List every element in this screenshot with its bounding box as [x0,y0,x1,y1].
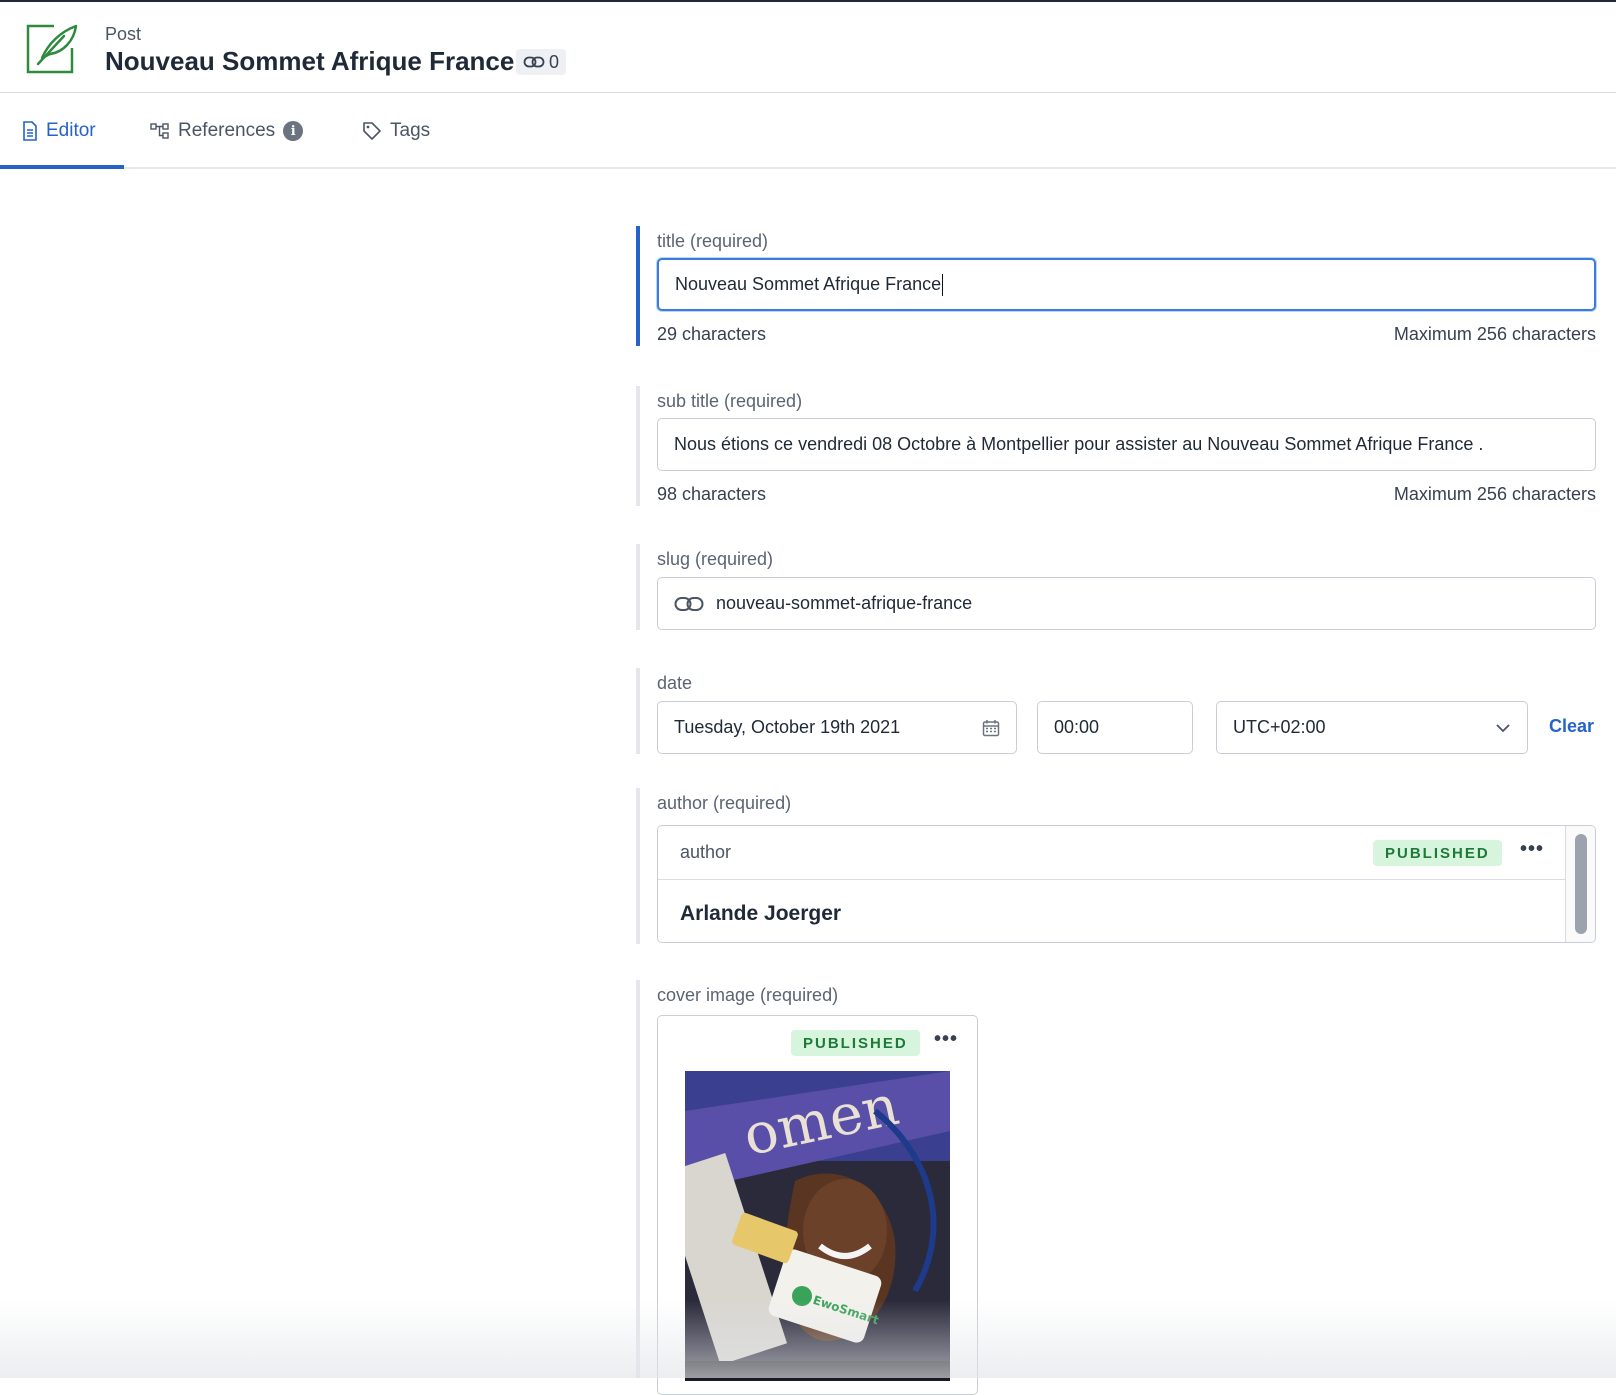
document-header: Post Nouveau Sommet Afrique France 0 [0,2,1616,93]
link-icon [674,596,704,611]
slug-label: slug (required) [657,549,774,569]
subtitle-field: sub title (required) Nous étions ce vend… [636,386,1596,506]
title-input-value: Nouveau Sommet Afrique France [675,274,942,294]
date-input-value: Tuesday, October 19th 2021 [674,717,901,737]
subtitle-char-max: Maximum 256 characters [1393,484,1596,504]
tab-bar: Editor References i Tags [0,93,1616,169]
scrollbar-thumb[interactable] [1575,834,1587,934]
date-label: date [657,673,693,693]
author-doc-type: author [680,842,732,862]
tab-tags-label: Tags [390,120,431,141]
title-char-max: Maximum 256 characters [1393,324,1596,344]
subtitle-label: sub title (required) [657,391,803,411]
status-badge: PUBLISHED [791,1030,920,1056]
status-badge: PUBLISHED [1373,840,1502,866]
cover-image-picture: omen EwoSmart [685,1071,950,1381]
link-icon [523,56,545,68]
time-input[interactable]: 00:00 [1037,701,1193,754]
subtitle-input[interactable]: Nous étions ce vendredi 08 Octobre à Mon… [657,418,1596,471]
document-title: Nouveau Sommet Afrique France [105,46,515,76]
tab-references-label: References [178,120,276,141]
author-field: author (required) author PUBLISHED ••• A… [636,788,1596,944]
date-input[interactable]: Tuesday, October 19th 2021 [657,701,1017,754]
references-badge[interactable]: 0 [516,49,567,75]
references-count: 0 [549,51,560,72]
field-bar [636,544,640,630]
tag-icon [363,122,381,140]
info-icon[interactable]: i [283,121,304,141]
document-type: Post [105,24,142,44]
text-caret [942,273,944,296]
cover-image-card[interactable]: PUBLISHED ••• omen EwoSmart [657,1015,978,1395]
author-card-header: author PUBLISHED ••• [658,826,1568,880]
subtitle-meta: 98 characters Maximum 256 characters [657,484,1596,505]
field-focus-bar [636,226,640,346]
title-input[interactable]: Nouveau Sommet Afrique France [657,258,1596,311]
cover-image-thumbnail[interactable]: omen EwoSmart [685,1071,950,1381]
tab-tags[interactable]: Tags [362,93,430,169]
date-field: date Tuesday, October 19th 2021 00:00 UT… [636,668,1596,754]
author-label: author (required) [657,793,792,813]
title-meta: 29 characters Maximum 256 characters [657,324,1596,345]
field-bar [636,788,640,944]
time-input-value: 00:00 [1054,717,1100,737]
author-reference-card[interactable]: author PUBLISHED ••• Arlande Joerger [657,825,1596,943]
document-icon [23,121,37,141]
slug-input-value: nouveau-sommet-afrique-france [716,593,973,613]
slug-input[interactable]: nouveau-sommet-afrique-france [657,577,1596,630]
active-tab-indicator [0,165,124,169]
timezone-select[interactable]: UTC+02:00 [1216,701,1528,754]
scrollbar[interactable] [1565,826,1595,942]
post-feather-icon [26,24,78,74]
clear-date-button[interactable]: Clear [1549,716,1594,737]
timezone-select-value: UTC+02:00 [1233,717,1326,737]
tab-references[interactable]: References i [150,93,304,169]
tree-icon [150,123,169,139]
more-menu-icon[interactable]: ••• [1520,838,1544,861]
slug-field: slug (required) nouveau-sommet-afrique-f… [636,544,1596,630]
field-bar [636,668,640,754]
subtitle-input-value: Nous étions ce vendredi 08 Octobre à Mon… [674,434,1484,454]
title-char-count: 29 characters [657,324,767,344]
subtitle-char-count: 98 characters [657,484,767,504]
title-label: title (required) [657,231,769,251]
title-field: title (required) Nouveau Sommet Afrique … [636,226,1596,346]
tab-editor-label: Editor [46,120,96,141]
calendar-icon[interactable] [982,719,1000,737]
more-menu-icon[interactable]: ••• [934,1028,958,1051]
cover-image-label: cover image (required) [657,985,839,1005]
author-name: Arlande Joerger [680,902,842,925]
cover-image-field: cover image (required) PUBLISHED ••• ome… [636,980,1596,1395]
tab-editor[interactable]: Editor [22,93,96,169]
chevron-down-icon [1496,723,1510,732]
field-bar [636,386,640,506]
field-bar [636,980,640,1378]
